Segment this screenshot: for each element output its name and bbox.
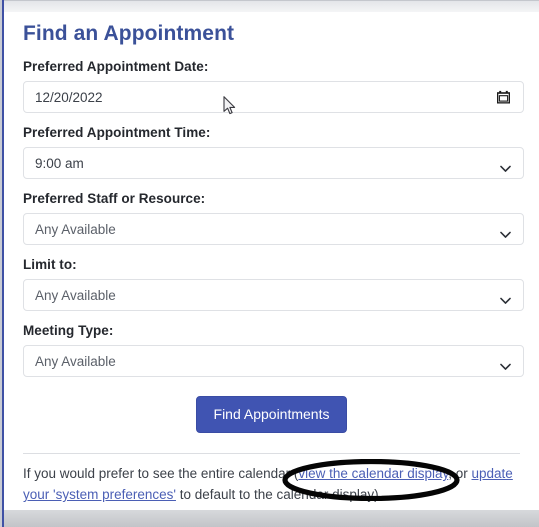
update-preferences-link-part1[interactable]: update — [472, 466, 513, 481]
limit-to-select[interactable]: Any Available — [23, 279, 524, 311]
footer-note: If you would prefer to see the entire ca… — [23, 463, 520, 505]
field-group-meeting-type: Meeting Type: Any Available — [23, 322, 524, 377]
find-appointments-button[interactable]: Find Appointments — [195, 396, 348, 433]
view-calendar-display-link[interactable]: view the calendar display — [298, 466, 448, 481]
form-content: Find an Appointment Preferred Appointmen… — [4, 12, 539, 510]
appointment-time-select[interactable]: 9:00 am — [23, 147, 524, 179]
footer-text-between: , or — [448, 466, 472, 481]
update-preferences-link-part2[interactable]: your 'system preferences' — [23, 487, 176, 502]
staff-or-resource-value: Any Available — [35, 221, 116, 237]
meeting-type-value: Any Available — [35, 353, 116, 369]
meeting-type-select[interactable]: Any Available — [23, 345, 524, 377]
chevron-down-icon[interactable] — [500, 292, 511, 304]
footer-text-tail: to default to the calendar display). — [175, 487, 383, 502]
footer-divider — [23, 453, 520, 454]
appointment-finder-panel: Find an Appointment Preferred Appointmen… — [0, 0, 539, 527]
top-chrome-hairline — [4, 0, 539, 1]
field-group-limit-to: Limit to: Any Available — [23, 256, 524, 311]
limit-to-value: Any Available — [35, 287, 116, 303]
field-group-appointment-time: Preferred Appointment Time: 9:00 am — [23, 124, 524, 179]
label-meeting-type: Meeting Type: — [23, 323, 114, 338]
label-limit-to: Limit to: — [23, 257, 77, 272]
calendar-icon[interactable] — [496, 90, 511, 104]
submit-row: Find Appointments — [23, 396, 520, 433]
chevron-down-icon[interactable] — [500, 160, 511, 172]
field-group-staff-or-resource: Preferred Staff or Resource: Any Availab… — [23, 190, 524, 245]
field-group-appointment-date: Preferred Appointment Date: 12/20/2022 — [23, 58, 524, 113]
chevron-down-icon[interactable] — [500, 226, 511, 238]
appointment-time-value: 9:00 am — [35, 155, 84, 171]
appointment-date-input[interactable]: 12/20/2022 — [23, 81, 524, 113]
label-appointment-date: Preferred Appointment Date: — [23, 59, 209, 74]
label-appointment-time: Preferred Appointment Time: — [23, 125, 211, 140]
bottom-chrome-band — [4, 510, 539, 527]
footer-text-lead: If you would prefer to see the entire ca… — [23, 466, 299, 481]
chevron-down-icon[interactable] — [500, 358, 511, 370]
label-staff-or-resource: Preferred Staff or Resource: — [23, 191, 206, 206]
staff-or-resource-select[interactable]: Any Available — [23, 213, 524, 245]
page-title: Find an Appointment — [23, 22, 235, 45]
top-chrome-band — [4, 0, 539, 12]
appointment-date-value: 12/20/2022 — [35, 89, 103, 105]
